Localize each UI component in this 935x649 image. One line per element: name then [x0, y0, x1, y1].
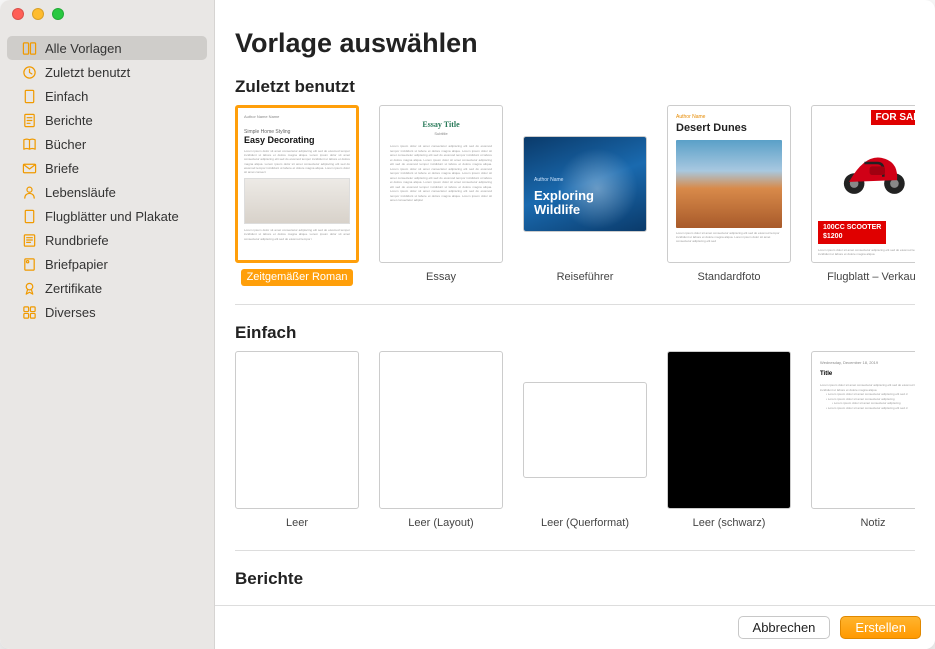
sidebar-item-label: Lebensläufe [45, 185, 116, 200]
section-title: Zuletzt benutzt [235, 77, 915, 97]
template-thumbnail: Essay TitleSubtitleLorem ipsum dolor sit… [379, 105, 503, 263]
template-tile[interactable]: Author Name NameSimple Home StylingEasy … [235, 105, 359, 286]
envelope-icon [21, 160, 37, 176]
sidebar-item-8[interactable]: Rundbriefe [7, 228, 207, 252]
sidebar-item-label: Zertifikate [45, 281, 102, 296]
template-tile[interactable]: Leer (Querformat) [523, 351, 647, 532]
template-label: Reiseführer [551, 269, 620, 286]
sidebar-item-9[interactable]: Briefpapier [7, 252, 207, 276]
template-thumbnail: Author NameDesert DunesLorem ipsum dolor… [667, 105, 791, 263]
page-icon [21, 88, 37, 104]
template-chooser-window: Alle Vorlagen Zuletzt benutzt Einfach Beric… [0, 0, 935, 649]
main-area: Vorlage auswählen Zuletzt benutzt Author … [215, 0, 935, 649]
template-tile[interactable]: Wednesday, December 18, 2019TitleLorem i… [811, 351, 915, 532]
sidebar-item-label: Briefpapier [45, 257, 108, 272]
template-label: Leer (Layout) [402, 515, 479, 532]
sidebar-item-1[interactable]: Zuletzt benutzt [7, 60, 207, 84]
sidebar-item-6[interactable]: Lebensläufe [7, 180, 207, 204]
sidebar-item-3[interactable]: Berichte [7, 108, 207, 132]
sidebar-item-label: Flugblätter und Plakate [45, 209, 179, 224]
template-label: Zeitgemäßer Roman [241, 269, 354, 286]
sidebar-item-5[interactable]: Briefe [7, 156, 207, 180]
sidebar-item-0[interactable]: Alle Vorlagen [7, 36, 207, 60]
create-button[interactable]: Erstellen [840, 616, 921, 639]
sidebar-item-label: Rundbriefe [45, 233, 109, 248]
template-thumbnail: Author Name NameSimple Home StylingEasy … [235, 105, 359, 263]
section-title: Einfach [235, 323, 915, 343]
sidebar-item-label: Zuletzt benutzt [45, 65, 130, 80]
sidebar-item-label: Berichte [45, 113, 93, 128]
content-scroll[interactable]: Vorlage auswählen Zuletzt benutzt Author … [215, 0, 935, 605]
template-label: Leer [280, 515, 314, 532]
sidebar-item-10[interactable]: Zertifikate [7, 276, 207, 300]
templates-row: Leer Leer (Layout) Leer (Querformat) Leer (… [235, 351, 915, 551]
page-title: Vorlage auswählen [235, 28, 915, 59]
page-icon [21, 208, 37, 224]
sidebar: Alle Vorlagen Zuletzt benutzt Einfach Beric… [0, 0, 215, 649]
template-thumbnail: FOR SALE100CC SCOOTER$1200Lorem ipsum do… [811, 105, 915, 263]
sidebar-item-label: Diverses [45, 305, 96, 320]
sidebar-item-4[interactable]: Bücher [7, 132, 207, 156]
ribbon-icon [21, 280, 37, 296]
report-icon [21, 112, 37, 128]
template-thumbnail [523, 382, 647, 478]
person-icon [21, 184, 37, 200]
template-thumbnail [667, 351, 791, 509]
template-thumbnail: Wednesday, December 18, 2019TitleLorem i… [811, 351, 915, 509]
newsletter-icon [21, 232, 37, 248]
sidebar-item-label: Bücher [45, 137, 86, 152]
template-tile[interactable]: Leer (Layout) [379, 351, 503, 532]
templates-row: Author Name NameSimple Home StylingEasy … [235, 105, 915, 305]
titlebar [0, 0, 935, 28]
template-label: Notiz [854, 515, 891, 532]
template-label: Standardfoto [692, 269, 767, 286]
sidebar-item-label: Einfach [45, 89, 88, 104]
template-tile[interactable]: Leer (schwarz) [667, 351, 791, 532]
template-thumbnail: Author NameExploringWildlife [523, 136, 647, 232]
template-tile[interactable]: Leer [235, 351, 359, 532]
sidebar-item-2[interactable]: Einfach [7, 84, 207, 108]
template-tile[interactable]: FOR SALE100CC SCOOTER$1200Lorem ipsum do… [811, 105, 915, 286]
templates-all-icon [21, 40, 37, 56]
template-thumbnail [235, 351, 359, 509]
book-icon [21, 136, 37, 152]
template-tile[interactable]: Author NameExploringWildlife Reiseführer [523, 105, 647, 286]
template-label: Flugblatt – Verkauf [821, 269, 915, 286]
template-label: Leer (schwarz) [687, 515, 772, 532]
template-label: Essay [420, 269, 462, 286]
sidebar-item-label: Briefe [45, 161, 79, 176]
template-label: Leer (Querformat) [535, 515, 635, 532]
stationery-icon [21, 256, 37, 272]
template-tile[interactable]: Author NameDesert DunesLorem ipsum dolor… [667, 105, 791, 286]
template-thumbnail [379, 351, 503, 509]
sidebar-item-7[interactable]: Flugblätter und Plakate [7, 204, 207, 228]
zoom-window-button[interactable] [52, 8, 64, 20]
misc-icon [21, 304, 37, 320]
sidebar-item-11[interactable]: Diverses [7, 300, 207, 324]
template-tile[interactable]: Essay TitleSubtitleLorem ipsum dolor sit… [379, 105, 503, 286]
minimize-window-button[interactable] [32, 8, 44, 20]
sidebar-item-label: Alle Vorlagen [45, 41, 122, 56]
section-title: Berichte [235, 569, 915, 589]
footer: Abbrechen Erstellen [215, 605, 935, 649]
cancel-button[interactable]: Abbrechen [738, 616, 831, 639]
close-window-button[interactable] [12, 8, 24, 20]
clock-icon [21, 64, 37, 80]
